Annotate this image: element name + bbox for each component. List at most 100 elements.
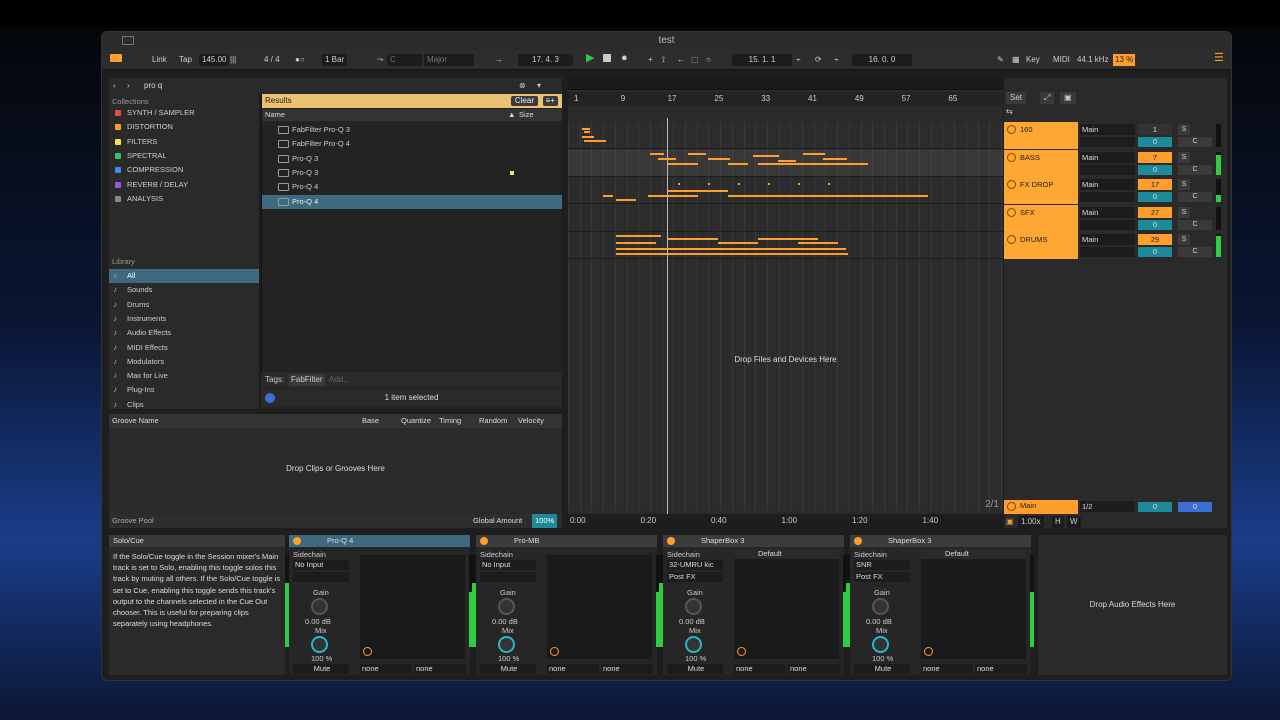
result-item[interactable]: FabFilter Pro-Q 3: [262, 123, 562, 137]
main-track-name[interactable]: Main: [1004, 500, 1078, 514]
name-column[interactable]: Name: [265, 109, 285, 121]
library-item[interactable]: ♪ Instruments: [109, 312, 259, 326]
mix-knob[interactable]: [311, 636, 328, 653]
track-route-select[interactable]: Main: [1080, 124, 1135, 135]
midi-note[interactable]: [582, 128, 590, 130]
midi-note[interactable]: [768, 183, 770, 185]
collection-item[interactable]: REVERB / DELAY: [109, 178, 259, 192]
track-pan[interactable]: 0: [1138, 192, 1172, 202]
power-icon[interactable]: [667, 537, 675, 545]
sidechain-input-select[interactable]: SNR: [854, 560, 910, 570]
track-pan[interactable]: 0: [1138, 247, 1172, 257]
cue-button[interactable]: C: [1178, 247, 1212, 257]
macro-select[interactable]: none: [975, 664, 1027, 674]
track-lane[interactable]: [568, 232, 1003, 259]
midi-note[interactable]: [798, 183, 800, 185]
midi-note[interactable]: [798, 242, 838, 244]
track-name[interactable]: 160: [1004, 122, 1078, 149]
macro-select[interactable]: none: [788, 664, 840, 674]
track-lane[interactable]: [568, 177, 1003, 204]
tempo-field[interactable]: 145.00: [199, 54, 230, 66]
solo-button[interactable]: S: [1178, 124, 1190, 135]
sidechain-tap-select[interactable]: Post FX: [667, 572, 723, 582]
midi-note[interactable]: [688, 152, 706, 155]
collection-item[interactable]: COMPRESSION: [109, 163, 259, 177]
track-lanes[interactable]: [568, 122, 1003, 511]
midi-note[interactable]: [738, 183, 740, 185]
plugin-power-icon[interactable]: [924, 647, 933, 656]
add-icon[interactable]: +: [648, 54, 653, 66]
midi-note[interactable]: [584, 131, 590, 133]
midi-note[interactable]: [668, 238, 718, 240]
track-lane[interactable]: [568, 122, 1003, 149]
macro-select[interactable]: none: [547, 664, 599, 674]
tap-button[interactable]: Tap: [179, 54, 192, 66]
cue-button[interactable]: C: [1178, 164, 1212, 175]
library-item[interactable]: ♪ Modulators: [109, 355, 259, 369]
midi-note[interactable]: [584, 140, 606, 142]
metronome-icon[interactable]: |||: [230, 54, 236, 66]
back-icon[interactable]: ‹: [113, 80, 116, 92]
library-item[interactable]: ♪ Plug-Ins: [109, 383, 259, 397]
device-title-bar[interactable]: ShaperBox 3: [850, 535, 1031, 547]
playhead[interactable]: [667, 118, 668, 514]
gain-knob[interactable]: [685, 598, 702, 615]
preset-select[interactable]: Default: [734, 549, 839, 559]
track-pan[interactable]: 0: [1138, 219, 1172, 230]
scale-icon[interactable]: ⤳: [377, 54, 383, 66]
zoom-field[interactable]: 1.00x: [1018, 516, 1044, 528]
track-name[interactable]: BASS: [1004, 149, 1078, 177]
result-item[interactable]: Pro-Q 3: [262, 166, 562, 180]
plugin-display[interactable]: [360, 555, 465, 659]
track-lane[interactable]: [568, 205, 1003, 232]
w-button[interactable]: W: [1067, 516, 1081, 528]
track-volume[interactable]: 7: [1138, 151, 1172, 163]
collection-item[interactable]: SPECTRAL: [109, 149, 259, 163]
follow-icon[interactable]: →: [495, 54, 503, 66]
track-volume[interactable]: 17: [1138, 179, 1172, 190]
device-title-bar[interactable]: Pro-MB: [476, 535, 657, 547]
midi-note[interactable]: [650, 152, 664, 155]
collection-item[interactable]: SYNTH / SAMPLER: [109, 106, 259, 120]
midi-note[interactable]: [616, 235, 661, 237]
result-item[interactable]: Pro-Q 4: [262, 194, 562, 209]
clear-search-icon[interactable]: ⊗: [519, 80, 526, 92]
mute-button[interactable]: Mute: [667, 664, 723, 674]
midi-note[interactable]: [603, 195, 613, 197]
activator-icon[interactable]: [1007, 207, 1016, 217]
midi-note[interactable]: [728, 195, 848, 197]
track-input-select[interactable]: [1080, 192, 1135, 202]
sidechain-input-select[interactable]: 32-UMRU kic: [667, 560, 723, 570]
midi-note[interactable]: [848, 195, 928, 197]
cue-button[interactable]: C: [1178, 137, 1212, 147]
track-route-select[interactable]: Main: [1080, 151, 1135, 163]
key-map-button[interactable]: Key: [1026, 54, 1040, 66]
collection-item[interactable]: ANALYSIS: [109, 192, 259, 206]
sidechain-input-select[interactable]: No Input: [480, 560, 536, 570]
track-pan[interactable]: 0: [1138, 137, 1172, 147]
track-input-select[interactable]: [1080, 164, 1135, 175]
search-input[interactable]: pro q: [144, 80, 162, 92]
midi-note[interactable]: [803, 152, 825, 155]
plugin-power-icon[interactable]: [550, 647, 559, 656]
track-name[interactable]: DRUMS: [1004, 232, 1078, 259]
midi-note[interactable]: [758, 238, 818, 240]
punch-in-icon[interactable]: ⌁: [796, 54, 801, 66]
library-item[interactable]: ♪ Max for Live: [109, 369, 259, 383]
set-button[interactable]: Set: [1006, 92, 1027, 104]
track-volume[interactable]: 27: [1138, 206, 1172, 218]
midi-note[interactable]: [728, 162, 748, 165]
midi-note[interactable]: [718, 242, 758, 244]
draw-mode-icon[interactable]: ✎: [997, 54, 1004, 66]
plugin-power-icon[interactable]: [737, 647, 746, 656]
mute-button[interactable]: Mute: [293, 664, 349, 674]
midi-note[interactable]: [616, 199, 636, 201]
solo-button[interactable]: S: [1178, 206, 1190, 218]
device-title-bar[interactable]: ShaperBox 3: [663, 535, 844, 547]
gain-knob[interactable]: [498, 598, 515, 615]
add-filter-icon[interactable]: ≡+: [542, 96, 558, 106]
metronome-dots-icon[interactable]: ●○: [295, 54, 305, 66]
macro-select[interactable]: none: [601, 664, 653, 674]
sidechain-tap-select[interactable]: Post FX: [854, 572, 910, 582]
mix-knob[interactable]: [685, 636, 702, 653]
